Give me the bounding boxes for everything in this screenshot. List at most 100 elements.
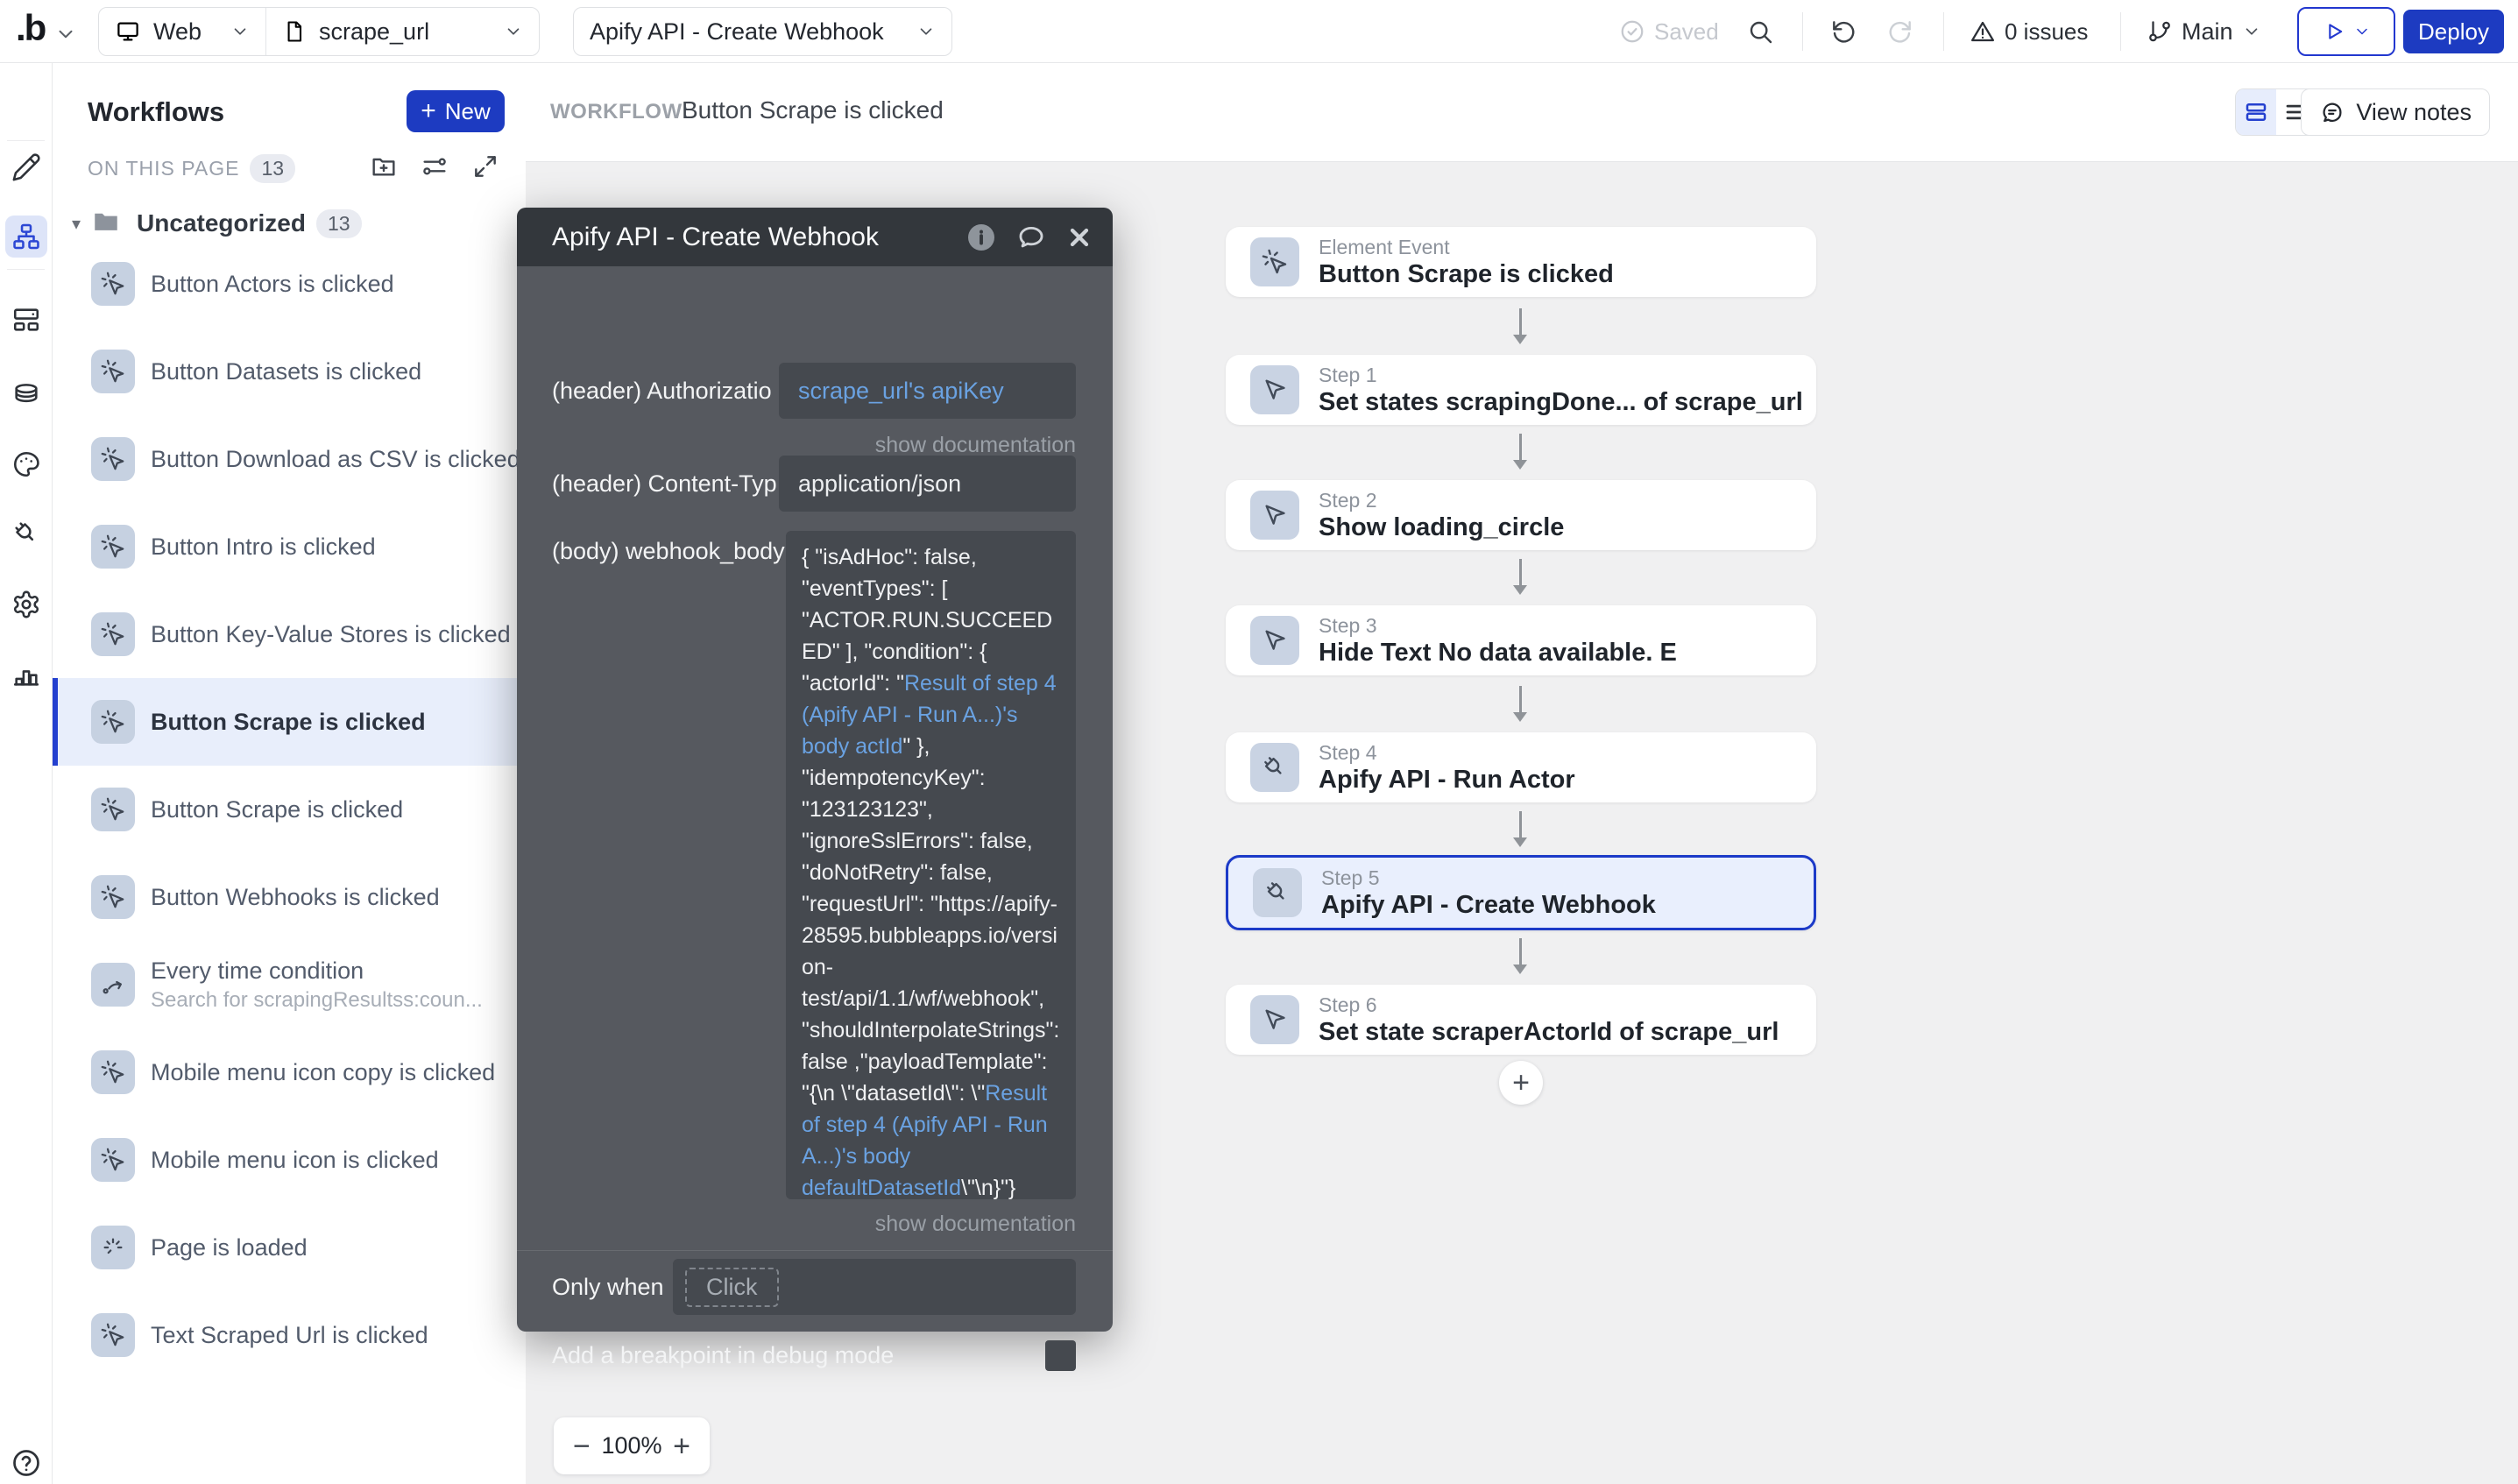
step-kicker: Step 1 [1319,364,1377,387]
cursor-click-icon [100,621,126,647]
workflow-list-item[interactable]: Button Download as CSV is clicked [53,415,526,503]
view-notes-button[interactable]: View notes [2301,88,2490,136]
cursor-click-icon [100,796,126,823]
card-view-button[interactable] [2236,89,2276,135]
chevron-down-icon [916,22,936,41]
filter-button[interactable] [421,152,449,180]
flow-arrow-icon [1519,308,1522,336]
cursor-icon [1261,376,1289,404]
webhook-body-textarea[interactable]: { "isAdHoc": false, "eventTypes": [ "ACT… [786,531,1076,1199]
sidebar-item-workflows[interactable] [5,216,47,258]
recurring-icon [100,972,126,998]
undo-button[interactable] [1829,0,1857,63]
logo-menu-chevron-down-icon[interactable] [54,23,77,46]
sidebar-item-components[interactable] [11,305,41,335]
zoom-out-icon[interactable]: − [573,1431,591,1461]
show-documentation-link[interactable]: show documentation [875,1212,1076,1237]
breakpoint-checkbox[interactable] [1045,1340,1076,1371]
folder-icon [91,207,121,241]
sidebar-item-settings[interactable] [11,590,41,619]
page-type-label: Web [153,18,202,46]
folder-uncategorized[interactable]: ▾ Uncategorized 13 [72,203,362,244]
modal-title: Apify API - Create Webhook [552,223,879,252]
event-type-chip [91,437,135,481]
bubble-logo[interactable]: .b [16,7,45,49]
folder-count-badge: 13 [316,209,362,238]
comment-icon[interactable] [1016,223,1046,252]
step-type-chip [1250,365,1299,414]
step-kicker: Step 6 [1319,993,1377,1017]
only-when-input[interactable]: Click [673,1259,1076,1315]
workflow-list-item[interactable]: Button Key-Value Stores is clicked [53,590,526,678]
workflow-item-subtitle: Search for scrapingResultss:coun... [151,988,483,1013]
workflow-list-item[interactable]: Button Actors is clicked [53,240,526,328]
plus-icon: + [421,98,436,124]
sidebar-item-logs[interactable] [11,660,41,689]
workflow-list-item[interactable]: Text Scraped Url is clicked [53,1291,526,1379]
step-title: Button Scrape is clicked [1319,260,1614,289]
step-card-step-4[interactable]: Step 4Apify API - Run Actor [1226,732,1816,802]
step-card-element-event[interactable]: Element EventButton Scrape is clicked [1226,227,1816,297]
deploy-button[interactable]: Deploy [2403,10,2504,53]
workflow-selector-dropdown[interactable]: Apify API - Create Webhook [573,7,952,56]
step-title: Set states scrapingDone... of scrape_url [1319,388,1803,417]
gear-icon [11,590,41,619]
divider [1943,12,1944,51]
search-button[interactable] [1746,0,1774,63]
modal-header[interactable]: Apify API - Create Webhook [517,208,1113,266]
zoom-in-icon[interactable]: + [673,1431,690,1461]
workflow-list-item[interactable]: Mobile menu icon is clicked [53,1116,526,1204]
cursor-click-icon [1261,248,1289,276]
only-when-placeholder: Click [685,1268,779,1307]
workflow-list-item[interactable]: Button Webhooks is clicked [53,853,526,941]
step-card-step-5[interactable]: Step 5Apify API - Create Webhook [1226,855,1816,930]
step-kicker: Step 3 [1319,614,1377,638]
redo-button[interactable] [1886,0,1914,63]
step-card-step-2[interactable]: Step 2Show loading_circle [1226,480,1816,550]
expand-button[interactable] [471,152,499,180]
new-workflow-button[interactable]: + New [407,90,505,132]
sidebar-item-design[interactable] [11,152,41,182]
sidebar-item-styles[interactable] [11,449,41,479]
workflow-list-item[interactable]: Button Datasets is clicked [53,328,526,415]
page-type-dropdown[interactable]: Web [99,8,265,55]
step-kicker: Step 5 [1321,866,1380,890]
preview-button[interactable] [2297,7,2395,56]
chevron-down-icon [504,22,523,41]
workflow-selector-label: Apify API - Create Webhook [590,18,884,46]
field-label-authorization: (header) Authorizatio [552,363,772,419]
workflow-list-item[interactable]: Every time condition Search for scrapingR… [53,941,526,1028]
sidebar-item-help[interactable] [11,1447,42,1479]
event-type-chip [91,700,135,744]
issues-button[interactable]: 0 issues [1970,0,2088,63]
step-type-chip [1250,743,1299,792]
sidebar-item-data[interactable] [11,379,41,409]
page-name-dropdown[interactable]: scrape_url [266,8,539,55]
content-type-input[interactable]: application/json [779,456,1076,512]
modal-body: (header) Authorizatio scrape_url's apiKe… [517,266,1113,1332]
step-card-step-6[interactable]: Step 6Set state scraperActorId of scrape… [1226,985,1816,1055]
show-documentation-link[interactable]: show documentation [875,433,1076,458]
workflow-list-item[interactable]: Mobile menu icon copy is clicked [53,1028,526,1116]
sidebar-item-plugins[interactable] [11,519,41,548]
step-kicker: Step 2 [1319,489,1377,512]
saved-status: Saved [1619,0,1719,63]
info-icon[interactable] [965,222,997,253]
workflow-list-item[interactable]: Button Intro is clicked [53,503,526,590]
workflow-list-item[interactable]: Page is loaded [53,1204,526,1291]
monitor-icon [115,18,141,45]
authorization-input[interactable]: scrape_url's apiKey [779,363,1076,419]
workflow-list-item[interactable]: Button Scrape is clicked [53,678,526,766]
step-card-step-3[interactable]: Step 3Hide Text No data available. E [1226,605,1816,675]
add-step-button[interactable]: + [1499,1061,1543,1105]
workflow-item-title: Button Key-Value Stores is clicked [151,621,511,648]
new-folder-button[interactable] [370,152,398,180]
workflow-item-title: Every time condition [151,958,483,985]
divider [2120,12,2121,51]
workflow-list-item[interactable]: Button Scrape is clicked [53,766,526,853]
warning-icon [1970,18,1996,45]
cursor-icon [1261,501,1289,529]
step-card-step-1[interactable]: Step 1Set states scrapingDone... of scra… [1226,355,1816,425]
close-icon[interactable] [1065,223,1093,251]
branch-dropdown[interactable]: Main [2147,0,2261,63]
